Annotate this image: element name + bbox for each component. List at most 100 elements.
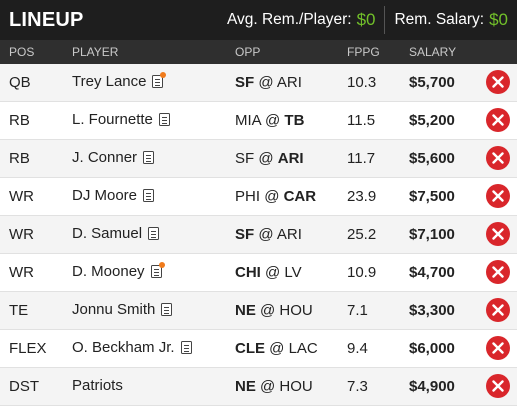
remove-player-button[interactable]	[486, 336, 510, 360]
matchup-away-team: CLE	[235, 340, 265, 357]
remove-player-button[interactable]	[486, 184, 510, 208]
player-fppg: 10.3	[347, 74, 377, 91]
player-position: WR	[9, 264, 34, 281]
column-header-salary: SALARY	[409, 45, 457, 59]
close-icon	[492, 266, 504, 278]
lineup-row: WR D. Samuel SF @ ARI 25.2 $7,100	[0, 216, 517, 254]
news-alert-dot-icon	[160, 72, 167, 78]
lineup-row: FLEX O. Beckham Jr. CLE @ LAC 9.4 $6,000	[0, 330, 517, 368]
player-cell[interactable]: D. Mooney	[72, 262, 165, 280]
player-fppg: 7.3	[347, 378, 368, 395]
player-salary: $5,600	[409, 150, 455, 167]
player-name[interactable]: Trey Lance	[72, 73, 146, 90]
remaining-salary-label: Rem. Salary:	[394, 11, 485, 28]
lineup-row: RB J. Conner SF @ ARI 11.7 $5,600	[0, 140, 517, 178]
player-news-icon[interactable]	[180, 341, 192, 354]
player-salary: $5,200	[409, 112, 455, 129]
player-news-icon[interactable]	[158, 113, 170, 126]
matchup: SF @ ARI	[235, 226, 302, 243]
matchup-at: @	[258, 74, 277, 91]
lineup-row: WR DJ Moore PHI @ CAR 23.9 $7,500	[0, 178, 517, 216]
column-header-row: POS PLAYER OPP FPPG SALARY	[0, 40, 517, 64]
matchup-away-team: SF	[235, 226, 255, 243]
player-news-icon[interactable]	[150, 262, 165, 278]
player-cell[interactable]: Patriots	[72, 377, 123, 394]
remove-player-button[interactable]	[486, 374, 510, 398]
matchup-away-team: CHI	[235, 264, 261, 281]
player-fppg: 7.1	[347, 302, 368, 319]
matchup-at: @	[260, 302, 280, 319]
player-news-icon[interactable]	[143, 151, 155, 164]
player-cell[interactable]: L. Fournette	[72, 111, 170, 128]
player-name[interactable]: DJ Moore	[72, 187, 137, 204]
matchup-at: @	[265, 112, 285, 129]
player-cell[interactable]: Trey Lance	[72, 72, 167, 90]
matchup-at: @	[258, 226, 277, 243]
player-cell[interactable]: D. Samuel	[72, 225, 160, 242]
close-icon	[492, 380, 504, 392]
lineup-row: RB L. Fournette MIA @ TB 11.5 $5,200	[0, 102, 517, 140]
player-position: WR	[9, 226, 34, 243]
avg-remaining-value: $0	[356, 10, 376, 29]
player-news-icon[interactable]	[161, 303, 173, 316]
matchup: NE @ HOU	[235, 378, 313, 395]
column-header-player: PLAYER	[72, 45, 119, 59]
remove-player-button[interactable]	[486, 222, 510, 246]
player-news-icon[interactable]	[148, 227, 160, 240]
matchup: SF @ ARI	[235, 150, 304, 167]
player-salary: $4,900	[409, 378, 455, 395]
matchup-at: @	[258, 150, 278, 167]
player-name[interactable]: D. Samuel	[72, 225, 142, 242]
matchup-home-team: LAC	[288, 340, 318, 357]
close-icon	[492, 304, 504, 316]
close-icon	[492, 114, 504, 126]
matchup-home-team: ARI	[276, 74, 302, 91]
player-position: QB	[9, 74, 31, 91]
remove-player-button[interactable]	[486, 298, 510, 322]
player-cell[interactable]: O. Beckham Jr.	[72, 339, 192, 356]
remove-player-button[interactable]	[486, 70, 510, 94]
player-news-icon[interactable]	[152, 72, 167, 88]
player-name[interactable]: Patriots	[72, 377, 123, 394]
player-salary: $6,000	[409, 340, 455, 357]
player-name[interactable]: J. Conner	[72, 149, 137, 166]
player-fppg: 9.4	[347, 340, 368, 357]
player-name[interactable]: O. Beckham Jr.	[72, 339, 175, 356]
remove-player-button[interactable]	[486, 108, 510, 132]
player-name[interactable]: D. Mooney	[72, 263, 145, 280]
player-name[interactable]: L. Fournette	[72, 111, 153, 128]
player-news-icon[interactable]	[143, 189, 155, 202]
player-fppg: 11.5	[347, 112, 376, 129]
player-position: RB	[9, 112, 30, 129]
matchup-away-team: SF	[235, 74, 255, 91]
matchup: NE @ HOU	[235, 302, 313, 319]
lineup-row: QB Trey Lance SF @ ARI 10.3 $5,700	[0, 64, 517, 102]
player-fppg: 25.2	[347, 226, 377, 243]
matchup: CHI @ LV	[235, 264, 302, 281]
lineup-title: LINEUP	[9, 8, 84, 31]
remove-player-button[interactable]	[486, 146, 510, 170]
avg-remaining-per-player: Avg. Rem./Player: $0	[218, 0, 385, 40]
news-alert-dot-icon	[158, 262, 165, 268]
remaining-salary: Rem. Salary: $0	[385, 0, 517, 40]
lineup-row: DST Patriots NE @ HOU 7.3 $4,900	[0, 368, 517, 406]
matchup: MIA @ TB	[235, 112, 304, 129]
matchup-away-team: NE	[235, 378, 256, 395]
matchup-home-team: TB	[284, 112, 305, 129]
matchup: SF @ ARI	[235, 74, 302, 91]
matchup-away-team: SF	[235, 150, 255, 167]
column-header-opp: OPP	[235, 45, 261, 59]
player-cell[interactable]: DJ Moore	[72, 187, 155, 204]
matchup-away-team: MIA	[235, 112, 261, 129]
close-icon	[492, 76, 504, 88]
column-header-pos: POS	[9, 45, 35, 59]
player-cell[interactable]: Jonnu Smith	[72, 301, 173, 318]
lineup-stats: Avg. Rem./Player: $0 Rem. Salary: $0	[218, 0, 517, 40]
matchup: PHI @ CAR	[235, 188, 316, 205]
matchup-at: @	[260, 378, 280, 395]
player-name[interactable]: Jonnu Smith	[72, 301, 155, 318]
close-icon	[492, 228, 504, 240]
close-icon	[492, 190, 504, 202]
remove-player-button[interactable]	[486, 260, 510, 284]
player-cell[interactable]: J. Conner	[72, 149, 155, 166]
